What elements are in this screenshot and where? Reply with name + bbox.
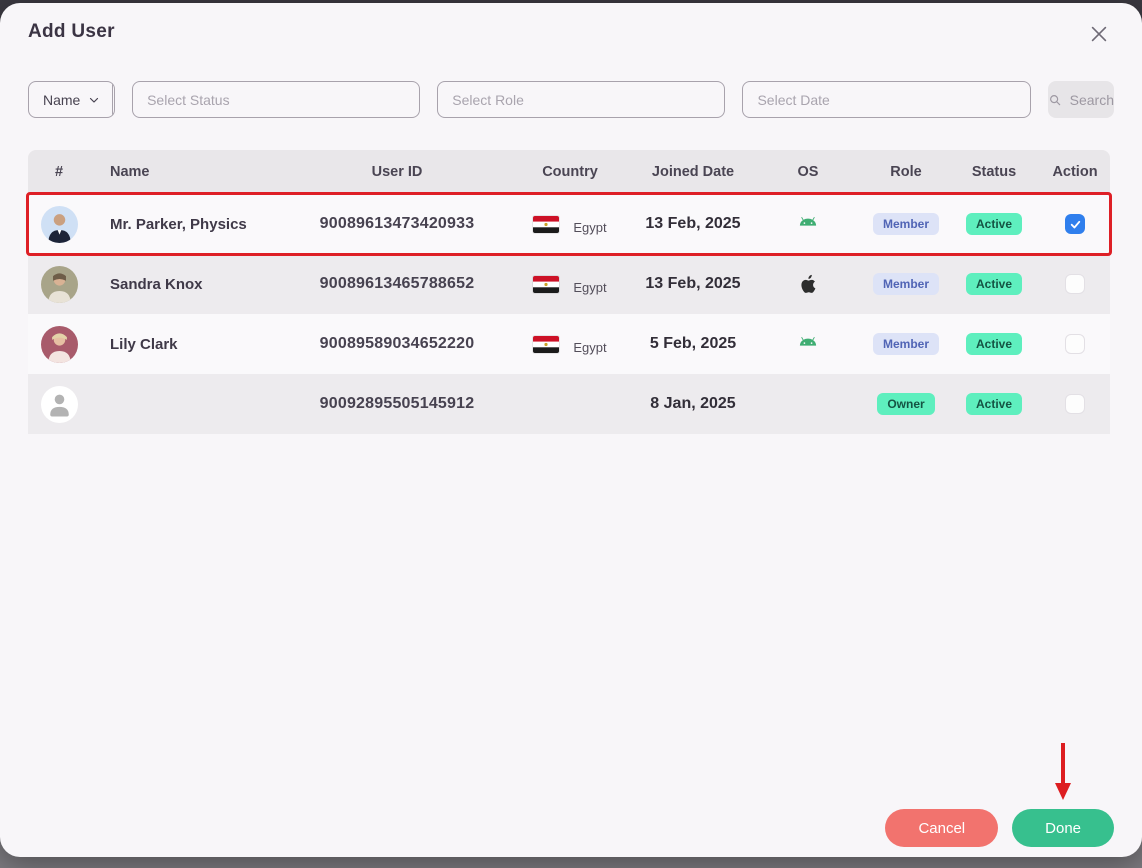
role-badge: Owner	[877, 393, 935, 415]
egypt-flag-icon	[533, 335, 560, 353]
role-cell: Member	[864, 273, 948, 295]
status-cell: Active	[948, 333, 1040, 355]
status-badge: Active	[965, 393, 1023, 415]
column-header-status: Status	[971, 164, 1017, 180]
avatar-cell	[28, 205, 90, 243]
done-button[interactable]: Done	[1012, 743, 1114, 847]
egypt-flag-icon	[533, 215, 560, 233]
action-cell	[1040, 334, 1110, 354]
status-cell: Active	[948, 213, 1040, 235]
column-header-: #	[54, 164, 64, 180]
modal-header: Add User	[28, 21, 1114, 49]
column-header-os: OS	[797, 164, 819, 180]
apple-icon	[795, 271, 821, 297]
avatar-cell	[28, 385, 90, 423]
avatar	[40, 265, 78, 303]
os-cell	[752, 331, 864, 357]
android-icon	[795, 211, 821, 237]
table-header-row: # Name User ID Country Joined Date OS Role Stat…	[28, 150, 1110, 194]
column-header-joined-date: Joined Date	[651, 164, 735, 180]
add-user-modal: Add User Name Search # Name User ID Country…	[0, 3, 1142, 857]
modal-footer: Cancel Done	[885, 743, 1114, 847]
status-badge: Active	[965, 333, 1023, 355]
users-table: # Name User ID Country Joined Date OS Role Stat…	[26, 150, 1112, 434]
user-name: Mr. Parker, Physics	[110, 215, 247, 233]
avatar-cell	[28, 265, 90, 303]
user-id: 90089613465788652	[319, 275, 475, 292]
country-label: Egypt	[573, 219, 607, 235]
role-cell: Member	[864, 333, 948, 355]
country-label: Egypt	[573, 339, 607, 355]
user-name: Lily Clark	[110, 335, 178, 353]
close-icon[interactable]	[1088, 23, 1114, 49]
country-cell: Egypt	[506, 215, 634, 235]
annotation-arrow-icon	[1054, 743, 1072, 801]
os-cell	[752, 271, 864, 297]
joined-date: 13 Feb, 2025	[645, 275, 741, 292]
android-icon	[795, 331, 821, 357]
search-button[interactable]: Search	[1047, 81, 1114, 118]
search-input[interactable]	[113, 82, 115, 117]
role-cell: Member	[864, 213, 948, 235]
done-button-label: Done	[1045, 819, 1081, 837]
role-badge: Member	[872, 273, 939, 295]
date-select[interactable]	[742, 81, 1031, 118]
egypt-flag-icon	[533, 275, 560, 293]
column-header-user-id: User ID	[371, 164, 423, 180]
user-id: 90092895505145912	[319, 395, 475, 412]
table-row[interactable]: Sandra Knox 90089613465788652 Egypt 13 Feb,…	[28, 254, 1110, 314]
row-checkbox[interactable]	[1065, 214, 1085, 234]
chevron-down-icon	[90, 97, 99, 103]
column-header-role: Role	[890, 164, 922, 180]
avatar-cell	[28, 325, 90, 363]
status-select[interactable]	[132, 81, 421, 118]
avatar	[40, 385, 78, 423]
action-cell	[1040, 394, 1110, 414]
column-header-action: Action	[1052, 164, 1098, 180]
modal-title: Add User	[28, 21, 115, 42]
search-icon	[1049, 94, 1060, 105]
name-search-combo: Name	[28, 81, 116, 118]
column-header-country: Country	[542, 164, 598, 180]
role-select[interactable]	[437, 81, 726, 118]
avatar	[40, 325, 78, 363]
joined-date: 13 Feb, 2025	[645, 215, 741, 232]
column-header-name: Name	[110, 164, 150, 180]
country-cell: Egypt	[506, 275, 634, 295]
table-row[interactable]: 90092895505145912 8 Jan, 2025 Owner Active	[28, 374, 1110, 434]
name-filter-label: Name	[43, 91, 81, 108]
role-badge: Member	[872, 333, 939, 355]
row-checkbox[interactable]	[1065, 334, 1085, 354]
action-cell	[1040, 274, 1110, 294]
row-checkbox[interactable]	[1065, 274, 1085, 294]
joined-date: 8 Jan, 2025	[650, 395, 736, 412]
status-cell: Active	[948, 273, 1040, 295]
status-badge: Active	[965, 213, 1023, 235]
status-cell: Active	[948, 393, 1040, 415]
table-body: Mr. Parker, Physics 90089613473420933 Egyp…	[26, 192, 1112, 434]
country-cell: Egypt	[506, 335, 634, 355]
role-badge: Member	[872, 213, 939, 235]
os-cell	[752, 211, 864, 237]
name-filter-dropdown[interactable]: Name	[29, 82, 114, 117]
avatar	[40, 205, 78, 243]
cancel-button[interactable]: Cancel	[885, 809, 999, 847]
table-row[interactable]: Mr. Parker, Physics 90089613473420933 Egyp…	[26, 192, 1112, 256]
filter-bar: Name Search	[28, 81, 1114, 118]
user-id: 90089613473420933	[319, 215, 475, 232]
joined-date: 5 Feb, 2025	[649, 335, 737, 352]
search-button-label: Search	[1069, 91, 1114, 108]
table-row[interactable]: Lily Clark 90089589034652220 Egypt 5 Feb, 2…	[28, 314, 1110, 374]
row-checkbox[interactable]	[1065, 394, 1085, 414]
country-label: Egypt	[573, 279, 607, 295]
user-name: Sandra Knox	[110, 275, 203, 293]
user-id: 90089589034652220	[319, 335, 475, 352]
status-badge: Active	[965, 273, 1023, 295]
action-cell	[1040, 214, 1110, 234]
role-cell: Owner	[864, 393, 948, 415]
